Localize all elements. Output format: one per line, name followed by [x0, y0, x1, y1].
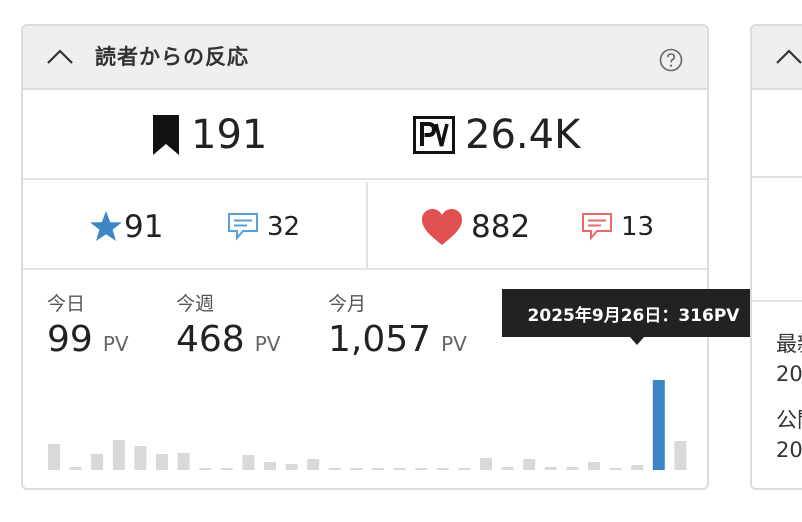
month-unit: PV [441, 332, 467, 356]
pageview-count: 26.4K [465, 112, 581, 158]
chart-bar[interactable] [350, 468, 363, 470]
like-comments-stat[interactable]: 13 [581, 207, 654, 247]
second-card: 最新 20 公開 20 [750, 24, 802, 490]
week-unit: PV [254, 332, 281, 356]
today-unit: PV [102, 332, 129, 356]
chart-bar[interactable] [501, 467, 514, 470]
chart-bar[interactable] [415, 468, 428, 470]
card-header[interactable]: 読者からの反応 [23, 26, 707, 90]
tooltip-arrow [630, 337, 644, 345]
chart-bar[interactable] [242, 455, 255, 470]
chart-tooltip: 2025年9月26日：316PV [502, 289, 765, 337]
chart-bar[interactable] [134, 446, 147, 470]
reader-reactions-card: 読者からの反応 191 26.4K 91 32 882 13 今日 99 PV … [21, 24, 709, 490]
second-card-label: 公開 [776, 408, 802, 432]
pageview-stat[interactable]: 26.4K [413, 113, 580, 157]
chart-bar[interactable] [264, 462, 276, 470]
chart-bar[interactable] [674, 441, 687, 470]
chart-bar-highlighted[interactable] [652, 380, 665, 470]
star-comments-stat[interactable]: 32 [227, 207, 300, 247]
today-value: 99 [47, 319, 93, 360]
chart-bar[interactable] [544, 467, 557, 470]
chart-bar[interactable] [328, 468, 341, 470]
chart-bar[interactable] [285, 464, 298, 470]
chart-bar[interactable] [220, 468, 233, 470]
month-value: 1,057 [328, 319, 432, 360]
chart-bar[interactable] [48, 444, 60, 470]
chart-bar[interactable] [156, 454, 168, 470]
reactions-divider [366, 182, 368, 268]
month-label: 今月 [328, 293, 367, 315]
second-card-label: 最新 [776, 332, 802, 356]
bookmark-count: 191 [191, 112, 268, 158]
chart-bar[interactable] [372, 468, 384, 470]
chart-bar[interactable] [307, 459, 320, 470]
like-comments-count: 13 [621, 212, 655, 242]
comment-icon [582, 213, 612, 241]
chart-bar[interactable] [177, 453, 190, 470]
totals-row: 191 26.4K [23, 90, 707, 180]
comment-icon [228, 213, 258, 241]
today-stat: 今日 99 PV [47, 292, 129, 362]
chevron-up-icon[interactable] [45, 45, 75, 69]
chart-bar[interactable] [199, 468, 212, 470]
chart-bar[interactable] [436, 468, 449, 470]
chart-bar[interactable] [566, 467, 579, 470]
pv-icon [413, 116, 455, 154]
star-comments-count: 32 [267, 212, 301, 242]
chart-bar[interactable] [609, 468, 622, 470]
second-card-header[interactable] [752, 26, 802, 90]
second-card-divider [752, 300, 802, 302]
bookmark-icon [153, 115, 179, 155]
chart-bar[interactable] [91, 454, 104, 470]
today-label: 今日 [47, 293, 86, 315]
bookmark-stat[interactable]: 191 [153, 113, 267, 157]
week-value: 468 [176, 319, 245, 360]
chart-bar[interactable] [393, 468, 406, 470]
chart-bar[interactable] [69, 467, 82, 470]
chart-bar[interactable] [523, 459, 536, 470]
chart-bar[interactable] [112, 440, 125, 470]
card-title: 読者からの反応 [95, 45, 249, 69]
chart-bar[interactable] [458, 468, 471, 470]
week-label: 今週 [176, 293, 215, 315]
star-icon [90, 211, 122, 241]
month-stat: 今月 1,057 PV [328, 292, 467, 362]
second-card-divider [752, 176, 802, 178]
chart-bar[interactable] [480, 458, 492, 470]
like-stat[interactable]: 882 [421, 207, 530, 247]
heart-icon [422, 209, 462, 245]
chevron-up-icon[interactable] [774, 45, 802, 69]
star-count: 91 [124, 209, 164, 245]
week-stat: 今週 468 PV [176, 292, 280, 362]
help-icon[interactable] [659, 48, 683, 72]
second-card-value: 20 [776, 438, 802, 462]
reactions-row: 91 32 882 13 [23, 182, 707, 270]
chart-bar[interactable] [631, 465, 644, 470]
chart-bar[interactable] [588, 462, 600, 470]
second-card-value: 20 [776, 362, 802, 386]
like-count: 882 [471, 209, 531, 245]
star-stat[interactable]: 91 [89, 207, 163, 247]
